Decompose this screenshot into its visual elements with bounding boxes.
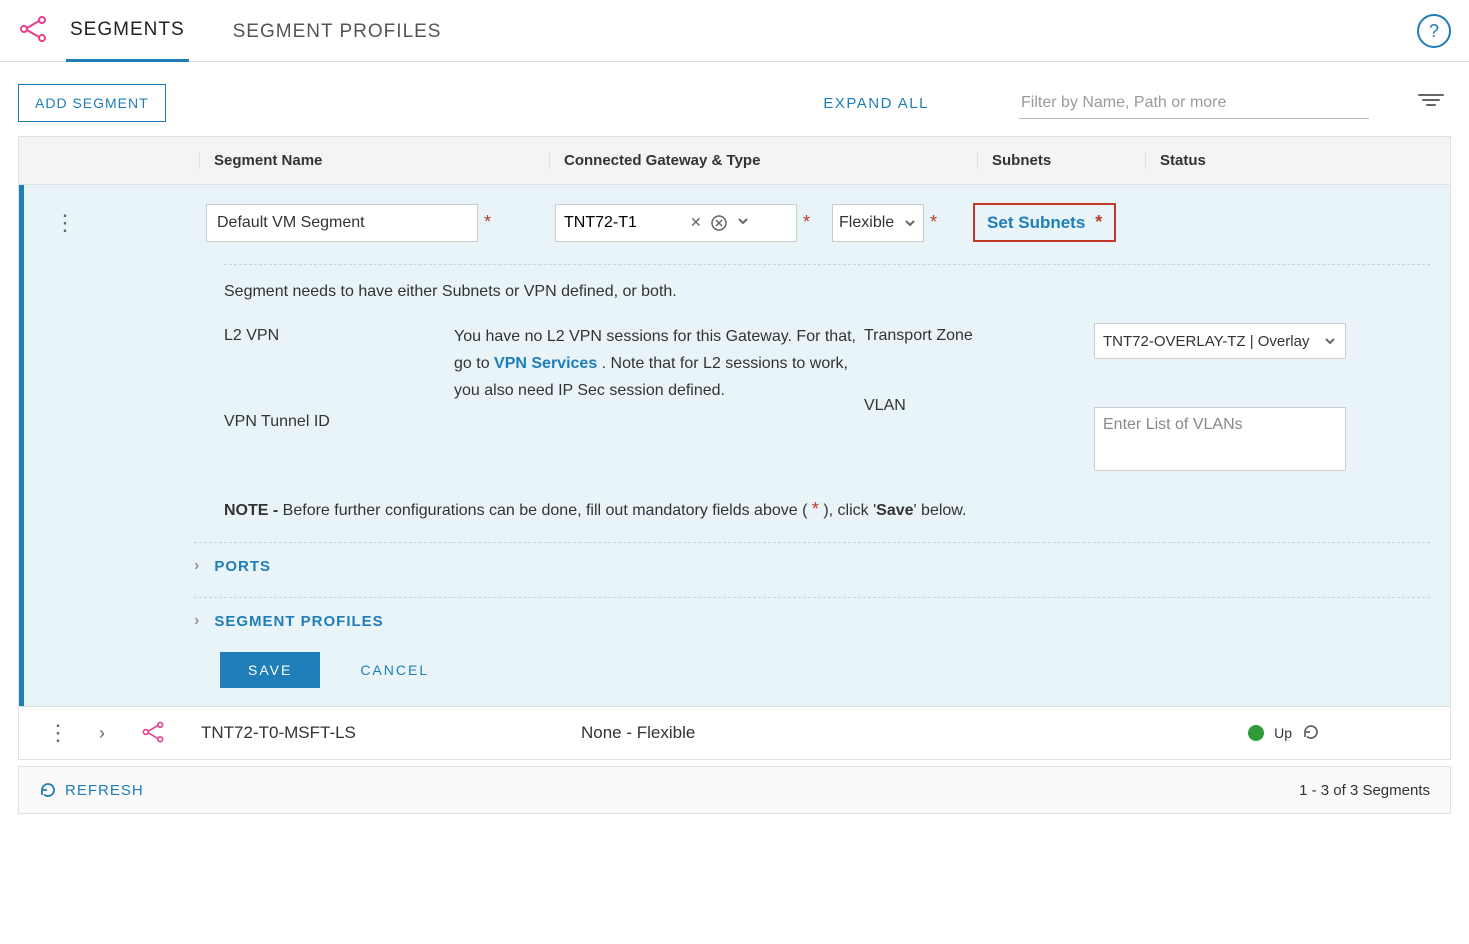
vpn-tunnel-id-label: VPN Tunnel ID: [224, 409, 454, 431]
status-up-icon: [1248, 725, 1264, 741]
l2-vpn-value: You have no L2 VPN sessions for this Gat…: [454, 323, 864, 405]
segment-name: TNT72-T0-MSFT-LS: [201, 723, 356, 743]
refresh-button[interactable]: REFRESH: [39, 781, 144, 799]
vpn-services-link[interactable]: VPN Services: [494, 355, 597, 372]
chevron-down-icon[interactable]: [732, 214, 754, 231]
row-actions-menu-icon[interactable]: ⋮: [54, 220, 78, 226]
clear-selection-icon[interactable]: [706, 214, 732, 232]
refresh-status-icon[interactable]: [1302, 723, 1320, 744]
pagination-text: 1 - 3 of 3 Segments: [1299, 782, 1430, 799]
gateway-type-value: Flexible: [839, 214, 894, 232]
chevron-right-icon: ›: [194, 612, 200, 630]
transport-zone-label: Transport Zone: [864, 323, 1094, 359]
gateway-type-select[interactable]: Flexible: [832, 204, 924, 242]
set-subnets-button[interactable]: Set Subnets *: [973, 203, 1116, 242]
segment-edit-row: ⋮ * ✕ * Flexible: [19, 185, 1450, 706]
segment-gateway: None - Flexible: [581, 723, 695, 743]
status-text: Up: [1274, 725, 1292, 741]
segment-row: ⋮ › TNT72-T0-MSFT-LS None - Flexible Up: [19, 706, 1450, 760]
l2-vpn-label: L2 VPN: [224, 323, 454, 405]
add-segment-button[interactable]: ADD SEGMENT: [18, 84, 166, 122]
row-actions-menu-icon[interactable]: ⋮: [47, 730, 71, 736]
header-connected-gateway: Connected Gateway & Type: [549, 152, 977, 169]
segment-icon: [141, 720, 165, 747]
required-asterisk-icon: *: [797, 212, 810, 233]
expand-all-link[interactable]: EXPAND ALL: [823, 95, 929, 112]
tab-segment-profiles[interactable]: SEGMENT PROFILES: [229, 1, 446, 61]
segments-logo-icon: [18, 14, 48, 47]
vlan-input[interactable]: Enter List of VLANs: [1094, 407, 1346, 471]
connected-gateway-combobox[interactable]: ✕: [555, 204, 797, 242]
transport-zone-select[interactable]: TNT72-OVERLAY-TZ | Overlay: [1094, 323, 1346, 359]
set-subnets-label: Set Subnets: [987, 213, 1085, 233]
filter-input[interactable]: [1019, 88, 1369, 119]
segment-name-input[interactable]: [206, 204, 478, 242]
ports-accordion[interactable]: › PORTS: [24, 543, 1450, 589]
required-asterisk-icon: *: [478, 212, 491, 233]
header-status: Status: [1145, 152, 1450, 169]
vlan-label: VLAN: [864, 393, 1094, 471]
filter-settings-icon[interactable]: [1417, 92, 1445, 111]
tab-segments[interactable]: SEGMENTS: [66, 0, 189, 62]
save-button[interactable]: SAVE: [220, 652, 320, 688]
header-segment-name: Segment Name: [199, 152, 549, 169]
required-asterisk-icon: *: [1089, 212, 1102, 233]
transport-zone-value: TNT72-OVERLAY-TZ | Overlay: [1103, 333, 1309, 350]
required-asterisk-icon: *: [924, 212, 937, 233]
help-icon[interactable]: ?: [1417, 14, 1451, 48]
expand-row-icon[interactable]: ›: [99, 723, 105, 744]
clear-text-icon[interactable]: ✕: [686, 214, 706, 231]
note-message: NOTE - Before further configurations can…: [24, 471, 1450, 534]
cancel-button[interactable]: CANCEL: [360, 662, 429, 678]
segment-profiles-accordion[interactable]: › SEGMENT PROFILES: [24, 598, 1450, 644]
connected-gateway-input[interactable]: [556, 206, 686, 240]
header-subnets: Subnets: [977, 152, 1145, 169]
chevron-right-icon: ›: [194, 557, 200, 575]
segment-info-message: Segment needs to have either Subnets or …: [24, 265, 1450, 309]
